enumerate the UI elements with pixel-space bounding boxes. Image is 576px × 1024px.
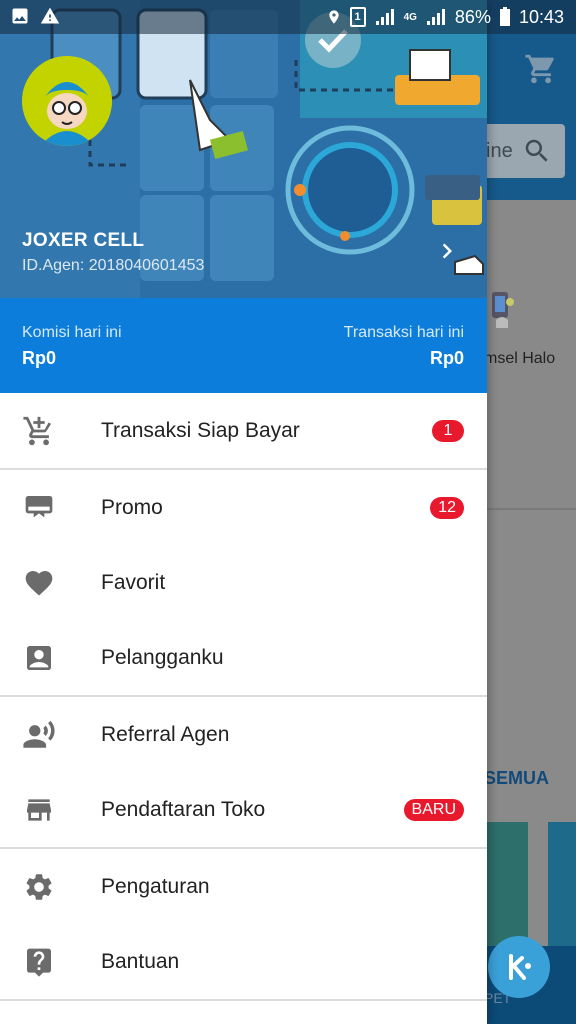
drawer-header[interactable]: JOXER CELL ID.Agen: 2018040601453 — [0, 0, 487, 298]
transaction-stat: Transaksi hari ini Rp0 — [344, 324, 464, 369]
contact-icon — [22, 641, 56, 675]
heart-icon — [22, 566, 56, 600]
drawer-menu: Transaksi Siap Bayar 1 Promo 12 Favorit … — [0, 393, 487, 1001]
menu-item-label: Promo — [101, 495, 163, 519]
menu-item-label: Favorit — [101, 570, 166, 594]
signal-icon — [426, 9, 445, 25]
menu-item-bantuan[interactable]: Bantuan — [0, 924, 487, 999]
commission-stat: Komisi hari ini Rp0 — [22, 324, 122, 369]
menu-item-transaksi-siap-bayar[interactable]: Transaksi Siap Bayar 1 — [0, 393, 487, 468]
location-icon — [328, 10, 339, 24]
menu-item-label: Pendaftaran Toko — [101, 797, 266, 821]
background-promo-card[interactable] — [548, 822, 576, 952]
battery-percent: 86% — [454, 6, 491, 27]
chevron-right-icon[interactable] — [432, 236, 462, 266]
menu-item-label: Referral Agen — [101, 722, 230, 746]
referral-icon — [22, 718, 56, 752]
menu-item-label: Transaksi Siap Bayar — [101, 418, 300, 442]
header-illustration — [0, 0, 487, 298]
clock: 10:43 — [518, 6, 564, 27]
background-product-label: msel Halo — [484, 350, 556, 367]
chat-fab-button[interactable] — [488, 936, 550, 998]
promo-icon — [22, 491, 56, 525]
menu-item-label: Pelangganku — [101, 645, 224, 669]
count-badge: 12 — [430, 496, 464, 519]
sim-icon: 1 — [349, 7, 366, 27]
avatar-illustration-icon — [22, 56, 112, 146]
help-icon — [22, 945, 56, 979]
navigation-drawer: JOXER CELL ID.Agen: 2018040601453 Komisi… — [0, 0, 487, 1024]
kudo-logo-icon — [509, 954, 531, 980]
commission-value: Rp0 — [22, 348, 57, 368]
store-icon — [22, 793, 56, 827]
menu-item-favorit[interactable]: Favorit — [0, 545, 487, 620]
cart-icon — [22, 414, 56, 448]
battery-icon — [499, 7, 510, 26]
warning-icon — [40, 7, 60, 24]
gear-icon — [22, 870, 56, 904]
new-badge: BARU — [403, 798, 464, 821]
menu-item-referral-agen[interactable]: Referral Agen — [0, 697, 487, 772]
network-type: 4G — [403, 11, 417, 23]
divider — [0, 999, 487, 1001]
transaction-label: Transaksi hari ini — [343, 324, 464, 341]
see-all-link[interactable]: SEMUA — [484, 768, 549, 789]
stats-bar: Komisi hari ini Rp0 Transaksi hari ini R… — [0, 298, 487, 393]
menu-item-pendaftaran-toko[interactable]: Pendaftaran Toko BARU — [0, 772, 487, 847]
profile-name: JOXER CELL — [22, 230, 145, 251]
signal-icon — [375, 9, 394, 25]
menu-item-pengaturan[interactable]: Pengaturan — [0, 849, 487, 924]
menu-item-label: Pengaturan — [101, 874, 210, 898]
commission-label: Komisi hari ini — [22, 324, 122, 341]
search-icon[interactable] — [522, 136, 552, 171]
agent-id: ID.Agen: 2018040601453 — [22, 257, 205, 274]
status-bar: 1 4G 86% 10:43 — [0, 0, 576, 34]
count-badge: 1 — [432, 419, 464, 442]
menu-item-pelangganku[interactable]: Pelangganku — [0, 620, 487, 695]
background-search-text: ine — [486, 140, 513, 162]
transaction-value: Rp0 — [429, 348, 464, 368]
cart-icon[interactable] — [524, 52, 558, 91]
avatar[interactable] — [22, 56, 112, 146]
menu-item-promo[interactable]: Promo 12 — [0, 470, 487, 545]
phone-hand-icon — [492, 292, 514, 328]
menu-item-label: Bantuan — [101, 949, 180, 973]
image-icon — [12, 8, 28, 24]
